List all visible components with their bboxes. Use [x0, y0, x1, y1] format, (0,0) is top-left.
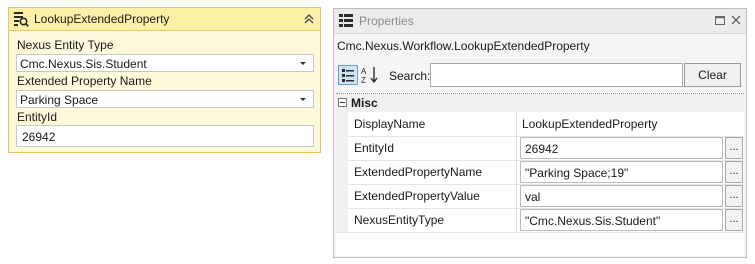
property-value: 26942	[525, 142, 559, 156]
ellipsis-button[interactable]: ...	[725, 161, 743, 183]
activity-header[interactable]: LookupExtendedProperty	[9, 8, 320, 31]
property-value: "Cmc.Nexus.Sis.Student"	[525, 214, 661, 228]
properties-titlebar[interactable]: Properties	[334, 9, 746, 34]
property-row[interactable]: ExtendedPropertyName "Parking Space;19" …	[336, 160, 744, 185]
collapse-chevron-icon[interactable]	[301, 11, 317, 27]
properties-title: Properties	[359, 14, 414, 28]
categorized-view-icon	[342, 69, 354, 82]
ellipsis-button[interactable]: ...	[725, 185, 743, 207]
dropdown-arrow-icon[interactable]	[298, 94, 308, 104]
categorized-view-button[interactable]	[338, 65, 358, 85]
property-row[interactable]: EntityId 26942 ...	[336, 136, 744, 161]
search-input[interactable]	[430, 63, 683, 87]
property-value-input[interactable]: "Parking Space;19"	[520, 161, 723, 183]
property-name: DisplayName	[354, 117, 426, 131]
lookup-property-icon	[14, 12, 29, 27]
property-row[interactable]: ExtendedPropertyValue val ...	[336, 184, 744, 209]
sort-alphabetical-icon: A Z	[361, 67, 378, 85]
properties-grid-icon	[339, 14, 353, 27]
activity-title: LookupExtendedProperty	[34, 12, 170, 26]
ellipsis-button[interactable]: ...	[725, 137, 743, 159]
property-row[interactable]: NexusEntityType "Cmc.Nexus.Sis.Student" …	[336, 208, 744, 233]
search-label: Search:	[389, 69, 431, 83]
activity-designer[interactable]: LookupExtendedProperty Nexus Entity Type…	[8, 7, 321, 153]
maximize-icon[interactable]	[714, 14, 726, 26]
category-label: Misc	[351, 96, 378, 110]
property-value-input[interactable]: val	[520, 185, 723, 207]
property-name: NexusEntityType	[354, 213, 445, 227]
entity-id-value: 26942	[22, 130, 56, 144]
property-name-label: Extended Property Name	[17, 74, 152, 88]
property-row[interactable]: DisplayName LookupExtendedProperty	[336, 112, 744, 137]
property-value: val	[525, 190, 541, 204]
property-name: ExtendedPropertyName	[354, 165, 483, 179]
entity-type-value: Cmc.Nexus.Sis.Student	[20, 57, 147, 71]
property-name-value: Parking Space	[20, 93, 99, 107]
entity-id-label: EntityId	[17, 110, 58, 124]
entity-id-input[interactable]: 26942	[16, 125, 314, 147]
property-name-combobox[interactable]: Parking Space	[16, 90, 314, 108]
clear-button[interactable]: Clear	[684, 63, 741, 87]
property-value: "Parking Space;19"	[525, 166, 629, 180]
properties-toolbar: A Z Search: Clear	[334, 61, 746, 89]
selected-type-name: Cmc.Nexus.Workflow.LookupExtendedPropert…	[337, 39, 590, 53]
alphabetical-sort-button[interactable]: A Z	[360, 65, 380, 85]
svg-text:A: A	[361, 67, 367, 76]
properties-pane: Properties Cmc.Nexus.Workflow.LookupExte…	[333, 8, 747, 258]
close-icon[interactable]	[730, 14, 742, 26]
property-value-input[interactable]: 26942	[520, 137, 723, 159]
dropdown-arrow-icon[interactable]	[298, 58, 308, 68]
ellipsis-button[interactable]: ...	[725, 209, 743, 231]
property-name: EntityId	[354, 141, 395, 155]
property-grid: Misc DisplayName LookupExtendedProperty …	[336, 93, 744, 256]
entity-type-combobox[interactable]: Cmc.Nexus.Sis.Student	[16, 54, 314, 72]
category-row-misc[interactable]: Misc	[336, 94, 744, 112]
collapse-toggle-icon[interactable]	[338, 98, 347, 107]
entity-type-label: Nexus Entity Type	[17, 38, 114, 52]
property-name: ExtendedPropertyValue	[354, 189, 480, 203]
property-value-input[interactable]: "Cmc.Nexus.Sis.Student"	[520, 209, 723, 231]
svg-text:Z: Z	[361, 76, 366, 85]
property-value: LookupExtendedProperty	[522, 117, 658, 131]
